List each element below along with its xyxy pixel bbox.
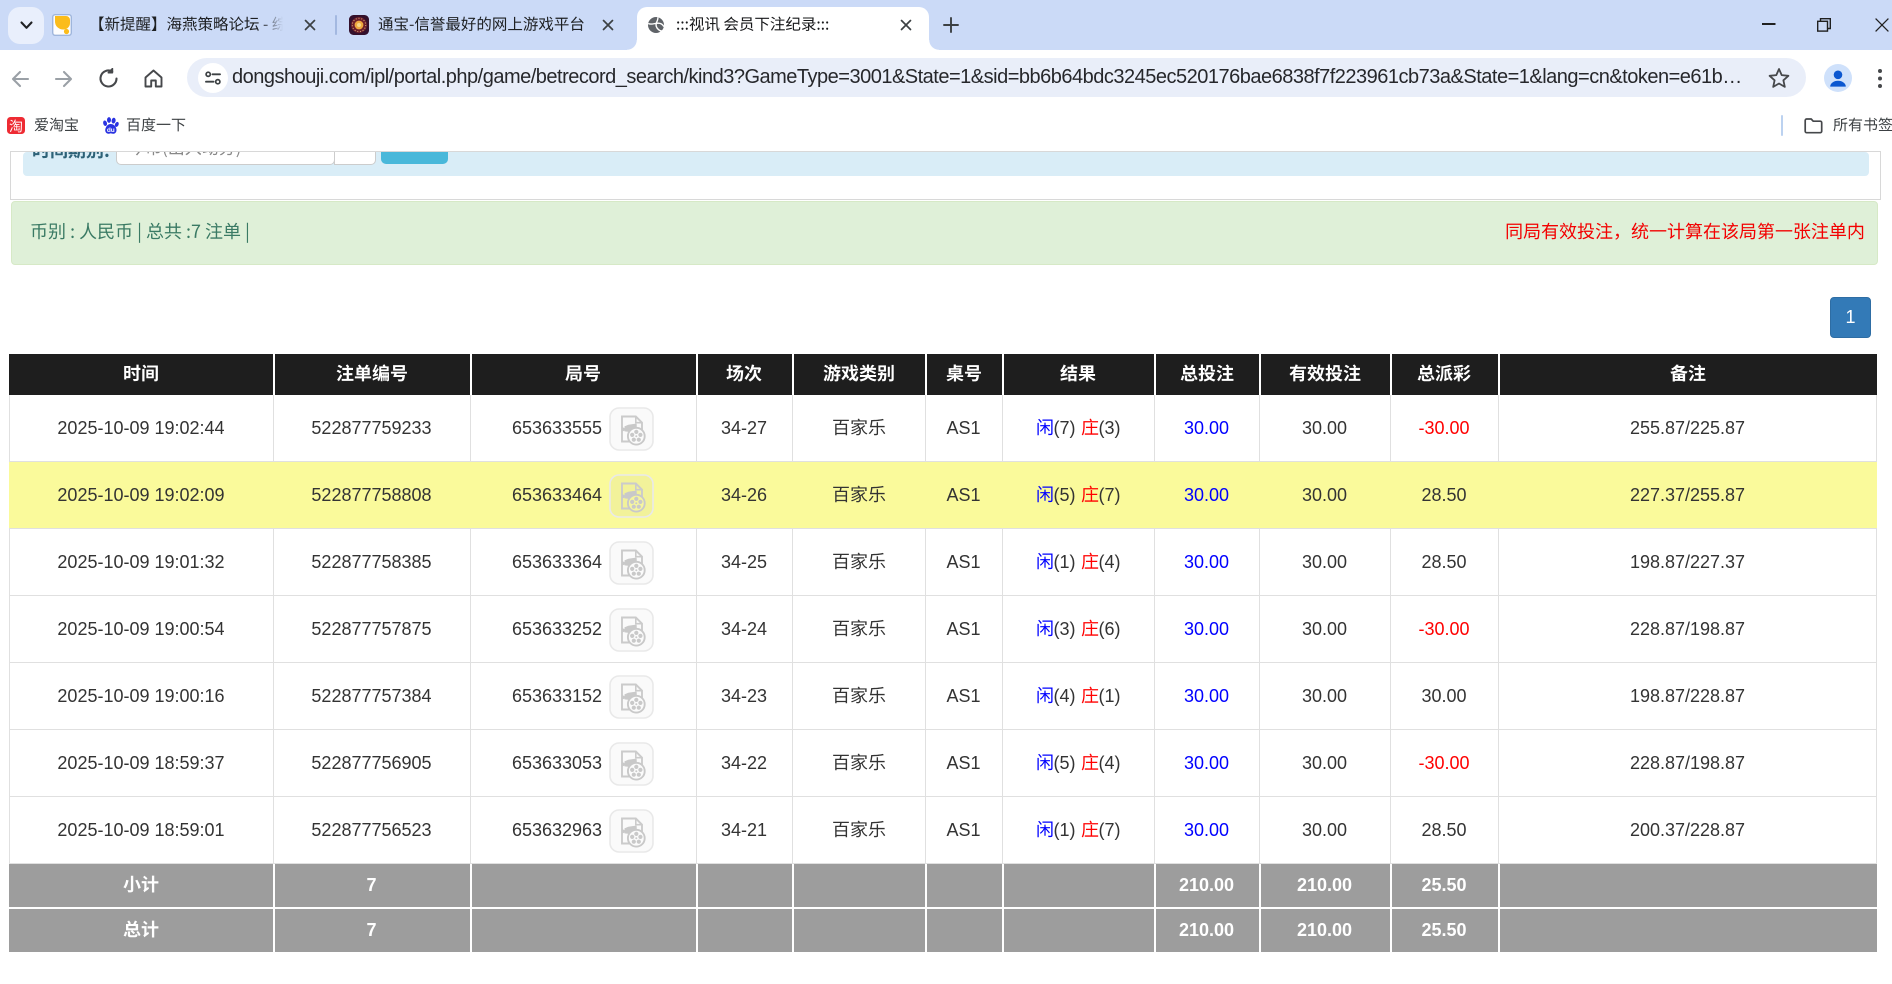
svg-text:du: du xyxy=(107,127,115,134)
